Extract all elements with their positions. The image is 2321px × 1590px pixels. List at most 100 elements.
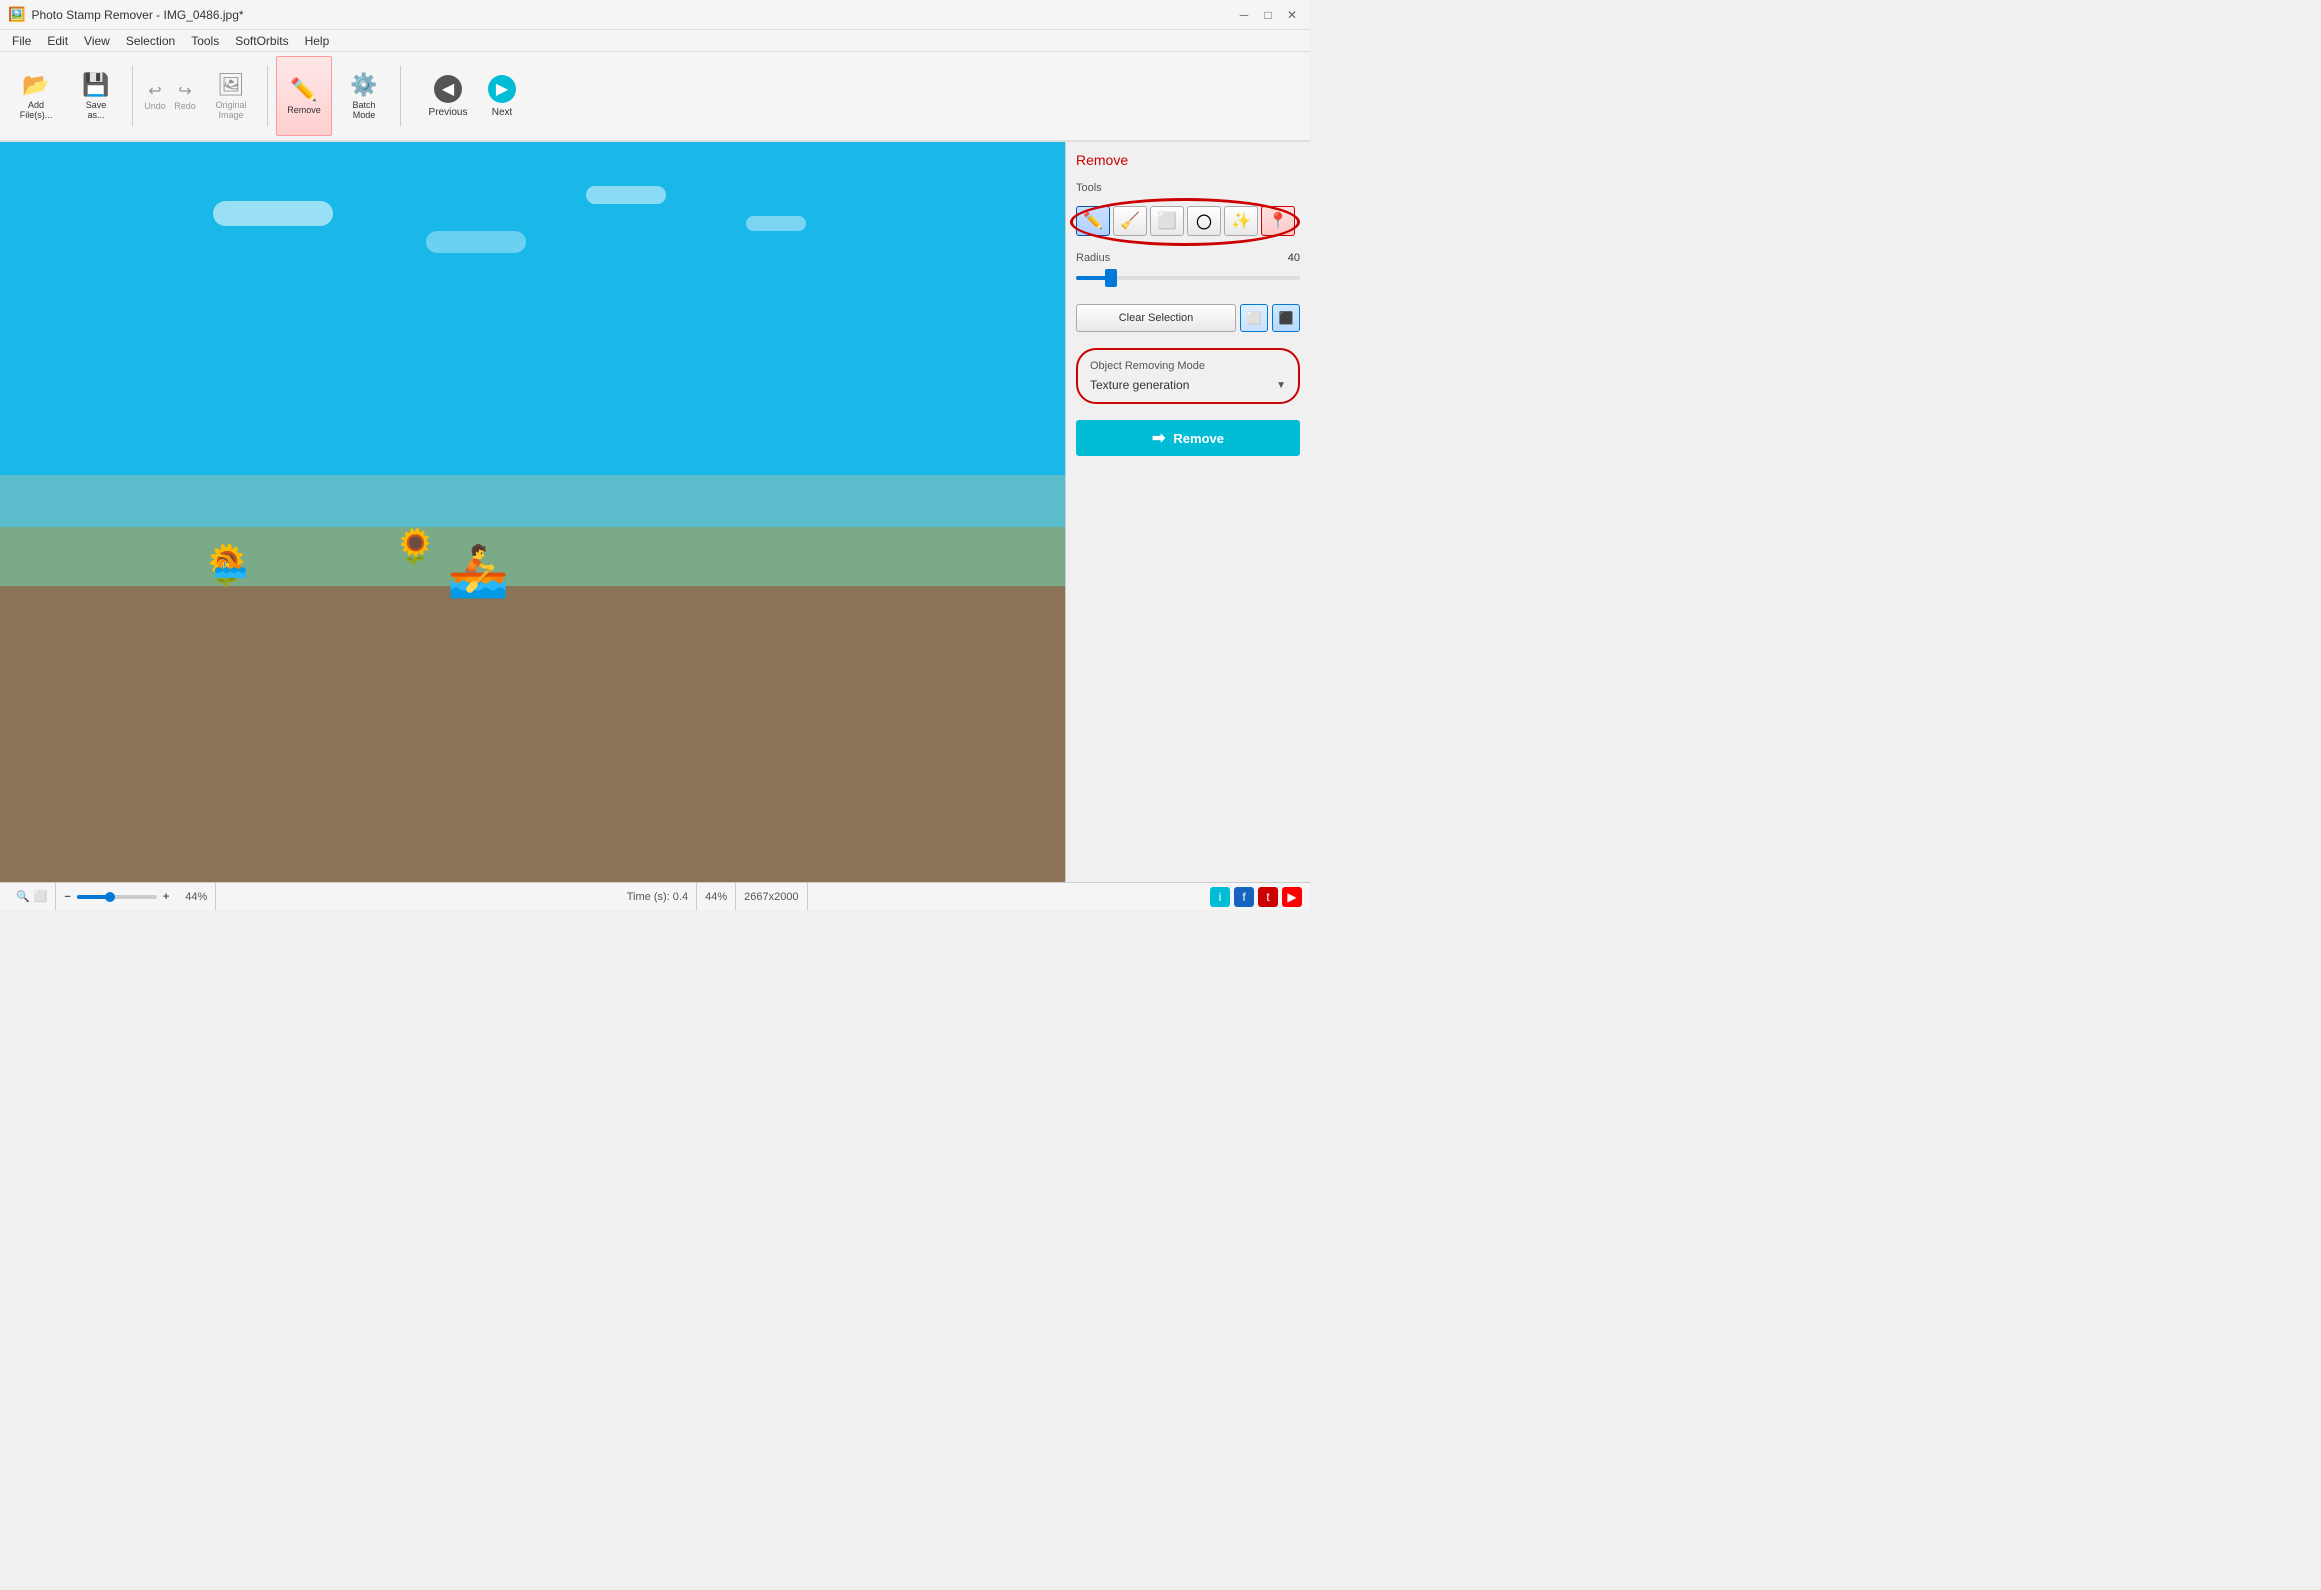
- canvas-area[interactable]: 🌻 🌻 🚣 🏊: [0, 142, 1065, 882]
- next-label: Next: [492, 107, 513, 118]
- previous-label: Previous: [429, 107, 468, 118]
- batch-mode-button[interactable]: ⚙️ BatchMode: [336, 56, 392, 136]
- right-panel: Remove Tools ✏️ 🧹 ⬜ 〇 ✨ 📍 Radius 40: [1065, 142, 1310, 882]
- remove-label: Remove: [287, 105, 321, 115]
- add-files-label: AddFile(s)...: [20, 100, 53, 120]
- twitter-icon[interactable]: t: [1258, 887, 1278, 907]
- toolbar-separator-2: [267, 66, 268, 126]
- rect-select-tool-button[interactable]: ⬜: [1150, 206, 1184, 236]
- undo-icon: ↩: [148, 81, 161, 101]
- mode-select-row[interactable]: Texture generation ▼: [1090, 378, 1286, 392]
- undo-button[interactable]: ↩ Undo: [141, 77, 169, 115]
- brush-tool-button[interactable]: ✏️: [1076, 206, 1110, 236]
- app-icon: 🖼️: [8, 6, 25, 23]
- zoom-minus-icon[interactable]: −: [64, 891, 70, 903]
- remove-action-button[interactable]: ➡ Remove: [1076, 420, 1300, 456]
- batch-mode-label: BatchMode: [352, 100, 375, 120]
- save-icon: 💾: [82, 72, 109, 98]
- minimize-button[interactable]: ─: [1234, 5, 1254, 25]
- window-controls: ─ □ ✕: [1234, 5, 1302, 25]
- window-title: Photo Stamp Remover - IMG_0486.jpg*: [31, 8, 1234, 22]
- radius-slider-track[interactable]: [1076, 276, 1300, 280]
- save-button[interactable]: 💾 Saveas...: [68, 56, 124, 136]
- toolbar-separator-1: [132, 66, 133, 126]
- undo-label: Undo: [144, 101, 166, 111]
- zoom-plus-icon[interactable]: +: [163, 891, 169, 903]
- status-zoom-icons: 🔍 ⬜: [8, 883, 56, 910]
- clear-selection-button[interactable]: Clear Selection: [1076, 304, 1236, 332]
- zoom-rect-icon: ⬜: [34, 890, 48, 903]
- youtube-icon[interactable]: ▶: [1282, 887, 1302, 907]
- radius-row: Radius 40: [1076, 252, 1300, 264]
- eraser-tool-button[interactable]: 🧹: [1113, 206, 1147, 236]
- toolbar: 📂 AddFile(s)... 💾 Saveas... ↩ Undo ↪ Red…: [0, 52, 1310, 142]
- original-image-button[interactable]: 🖼 OriginalImage: [203, 56, 259, 136]
- mode-section-container: Object Removing Mode Texture generation …: [1076, 348, 1300, 412]
- image-dimensions: 2667x2000: [736, 883, 807, 910]
- panel-title: Remove: [1076, 152, 1300, 168]
- mode-label: Object Removing Mode: [1090, 360, 1286, 372]
- invert-selection-button[interactable]: ⬛: [1272, 304, 1300, 332]
- zoom-percentage: 44%: [177, 883, 216, 910]
- person-on-kayak: 🚣: [447, 542, 509, 601]
- batch-mode-icon: ⚙️: [350, 72, 377, 98]
- titlebar: 🖼️ Photo Stamp Remover - IMG_0486.jpg* ─…: [0, 0, 1310, 30]
- zoom-slider-thumb[interactable]: [105, 892, 115, 902]
- lasso-tool-button[interactable]: 〇: [1187, 206, 1221, 236]
- magic-wand-tool-button[interactable]: ✨: [1224, 206, 1258, 236]
- tools-row: ✏️ 🧹 ⬜ 〇 ✨ 📍: [1076, 206, 1300, 236]
- statusbar: 🔍 ⬜ − + 44% Time (s): 0.4 44% 2667x2000 …: [0, 882, 1310, 910]
- close-button[interactable]: ✕: [1282, 5, 1302, 25]
- facebook-icon[interactable]: f: [1234, 887, 1254, 907]
- swimmer: 🏊: [213, 546, 248, 579]
- tools-label: Tools: [1076, 182, 1300, 194]
- next-nav-button[interactable]: ▶ Next: [477, 56, 527, 136]
- previous-arrow-icon: ◀: [434, 75, 462, 103]
- menu-selection[interactable]: Selection: [118, 32, 183, 50]
- menu-edit[interactable]: Edit: [39, 32, 76, 50]
- remove-btn-label: Remove: [1173, 431, 1224, 446]
- toolbar-separator-3: [400, 66, 401, 126]
- menubar: File Edit View Selection Tools SoftOrbit…: [0, 30, 1310, 52]
- remove-icon: ✏️: [290, 77, 317, 103]
- zoom-slider-fill: [77, 895, 107, 899]
- next-arrow-icon: ▶: [488, 75, 516, 103]
- original-image-icon: 🖼: [217, 72, 245, 98]
- menu-file[interactable]: File: [4, 32, 39, 50]
- redo-icon: ↪: [178, 81, 191, 101]
- add-files-button[interactable]: 📂 AddFile(s)...: [8, 56, 64, 136]
- zoom-display-2: 44%: [697, 883, 736, 910]
- redo-label: Redo: [174, 101, 196, 111]
- add-files-icon: 📂: [22, 72, 49, 98]
- social-icons: i f t ▶: [1210, 887, 1302, 907]
- select-all-button[interactable]: ⬜: [1240, 304, 1268, 332]
- radius-label: Radius: [1076, 252, 1110, 264]
- menu-softorbits[interactable]: SoftOrbits: [227, 32, 296, 50]
- remove-btn-arrow-icon: ➡: [1152, 428, 1165, 448]
- original-image-label: OriginalImage: [215, 100, 246, 120]
- radius-value: 40: [1288, 252, 1300, 264]
- menu-tools[interactable]: Tools: [183, 32, 227, 50]
- mode-value: Texture generation: [1090, 378, 1189, 392]
- clear-selection-row: Clear Selection ⬜ ⬛: [1076, 304, 1300, 332]
- zoom-slider[interactable]: [77, 895, 157, 899]
- time-display: Time (s): 0.4: [619, 883, 697, 910]
- zoom-slider-container: − +: [56, 891, 177, 903]
- info-icon[interactable]: i: [1210, 887, 1230, 907]
- radius-slider-thumb[interactable]: [1105, 269, 1117, 287]
- maximize-button[interactable]: □: [1258, 5, 1278, 25]
- main-area: 🌻 🌻 🚣 🏊 Remove Tools ✏️ 🧹 ⬜ 〇 ✨ 📍: [0, 142, 1310, 882]
- image-canvas[interactable]: 🌻 🌻 🚣 🏊: [0, 142, 1065, 882]
- menu-help[interactable]: Help: [297, 32, 338, 50]
- stamp-tool-button[interactable]: 📍: [1261, 206, 1295, 236]
- redo-button[interactable]: ↪ Redo: [171, 77, 199, 115]
- save-label: Saveas...: [86, 100, 107, 120]
- mode-section: Object Removing Mode Texture generation …: [1076, 348, 1300, 404]
- remove-button[interactable]: ✏️ Remove: [276, 56, 332, 136]
- sunflower-2: 🌻: [394, 530, 436, 564]
- tools-section: ✏️ 🧹 ⬜ 〇 ✨ 📍: [1076, 206, 1300, 244]
- mode-dropdown-arrow[interactable]: ▼: [1276, 380, 1286, 391]
- previous-nav-button[interactable]: ◀ Previous: [423, 56, 473, 136]
- zoom-search-icon: 🔍: [16, 890, 30, 903]
- menu-view[interactable]: View: [76, 32, 118, 50]
